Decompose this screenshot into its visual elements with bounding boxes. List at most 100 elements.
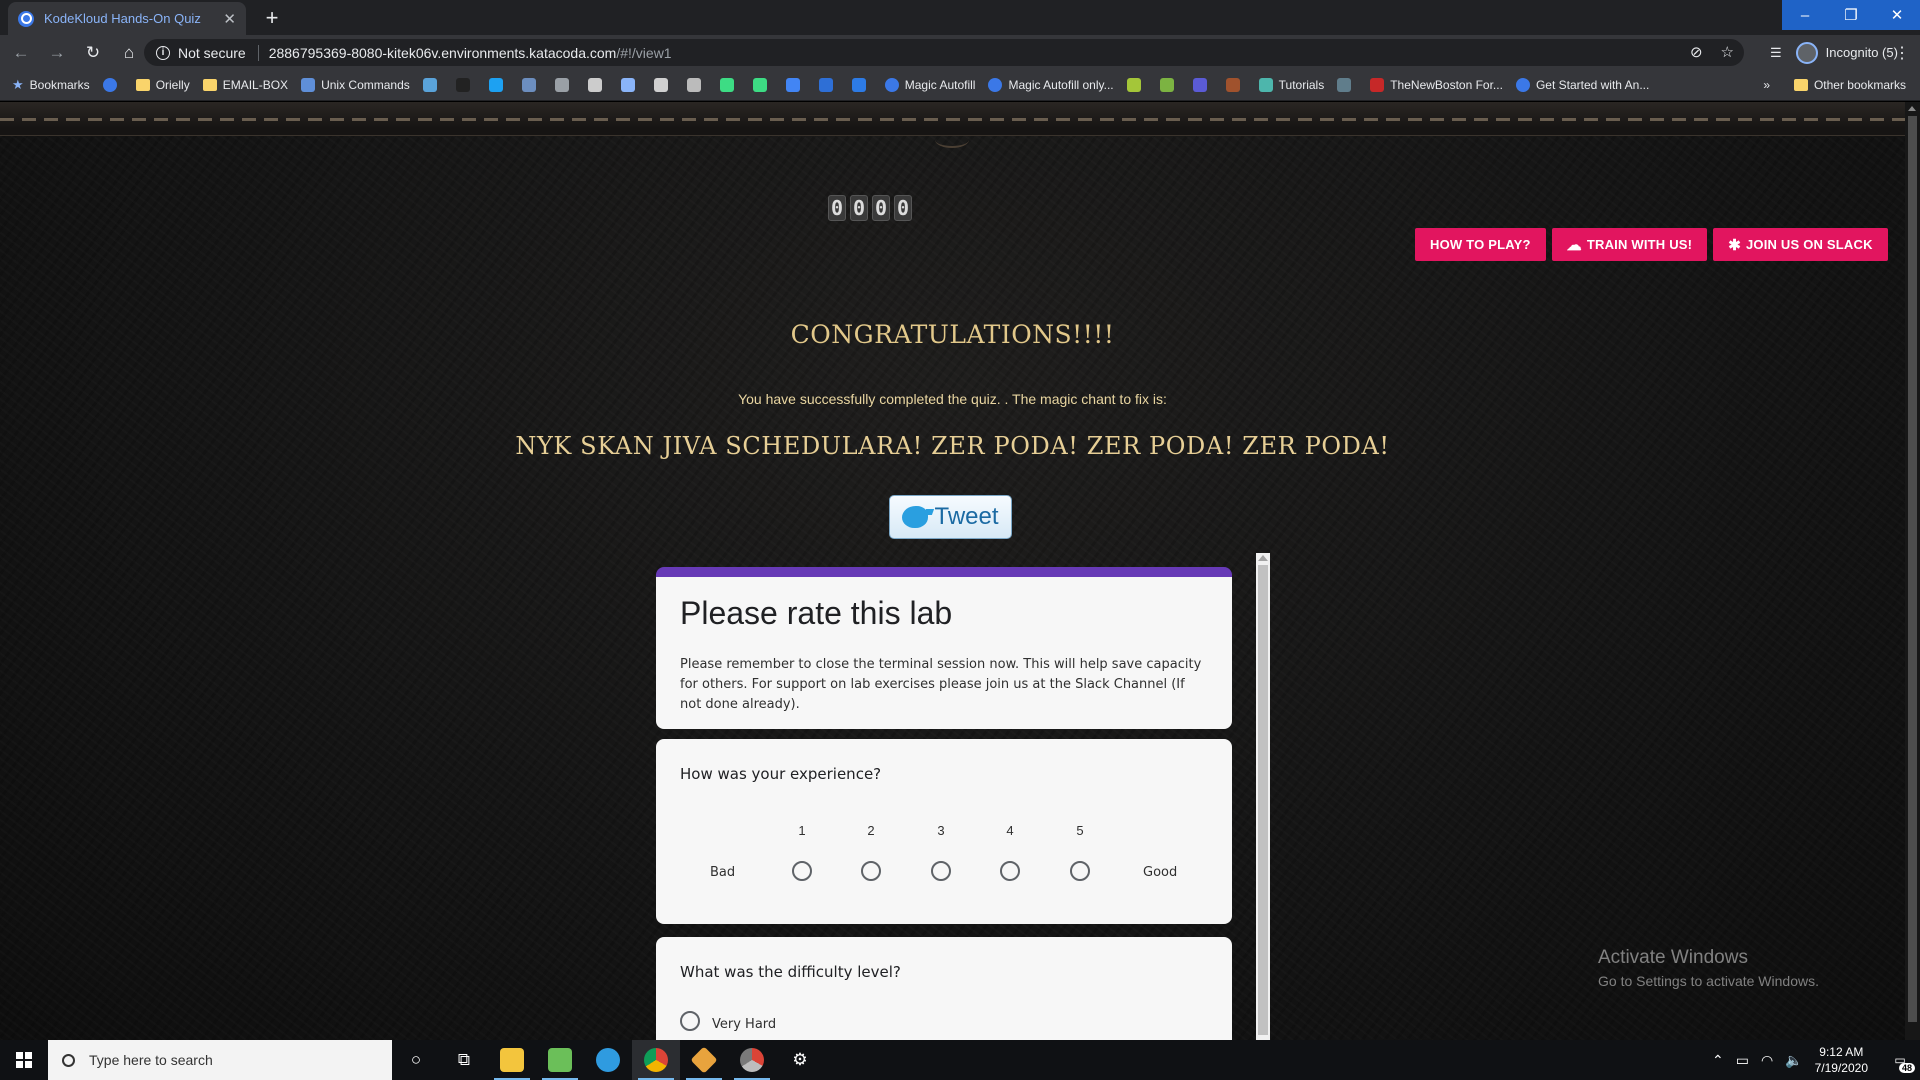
task-view-icon[interactable]: ⧉ bbox=[440, 1040, 488, 1080]
other-bookmarks-folder[interactable]: Other bookmarks bbox=[1793, 78, 1906, 92]
bookmark-item[interactable] bbox=[719, 78, 740, 92]
bookmark-item[interactable]: Magic Autofill only... bbox=[988, 78, 1114, 92]
battery-icon[interactable]: ▭ bbox=[1736, 1052, 1749, 1069]
cortana-icon[interactable]: ○ bbox=[392, 1040, 440, 1080]
new-tab-button[interactable]: + bbox=[258, 4, 286, 32]
start-button[interactable] bbox=[0, 1040, 48, 1080]
congratulations-heading: CONGRATULATIONS!!!! bbox=[790, 320, 1115, 349]
notepad-icon[interactable] bbox=[536, 1040, 584, 1080]
bookmark-item[interactable]: Orielly bbox=[135, 78, 190, 92]
bookmark-item[interactable] bbox=[1225, 78, 1246, 92]
rating-radio-3[interactable] bbox=[931, 861, 951, 881]
bookmark-item[interactable]: TheNewBoston For... bbox=[1370, 78, 1503, 92]
bookmark-item[interactable] bbox=[785, 78, 806, 92]
score-counter: 0 0 0 0 bbox=[828, 195, 912, 221]
train-label: TRAIN WITH US! bbox=[1586, 237, 1693, 252]
git-icon[interactable] bbox=[680, 1040, 728, 1080]
chrome-menu-icon[interactable]: ⋮ bbox=[1894, 43, 1910, 63]
scroll-up-arrow-icon[interactable] bbox=[1908, 106, 1916, 111]
bookmark-item[interactable] bbox=[1337, 78, 1357, 92]
edge-browser-icon[interactable] bbox=[584, 1040, 632, 1080]
scroll-up-arrow-icon[interactable] bbox=[1258, 555, 1268, 561]
bookmark-item[interactable] bbox=[851, 78, 872, 92]
scale-high-label: Good bbox=[1143, 865, 1178, 880]
bookmark-item[interactable]: Magic Autofill bbox=[884, 78, 976, 92]
taskbar-search-box[interactable]: Type here to search bbox=[48, 1040, 392, 1080]
globe-icon bbox=[884, 78, 899, 92]
bookmark-item[interactable] bbox=[554, 78, 575, 92]
bookmark-item[interactable] bbox=[455, 78, 476, 92]
app-icon bbox=[1370, 78, 1385, 92]
volume-icon[interactable]: 🔈 bbox=[1785, 1052, 1802, 1069]
back-button[interactable]: ← bbox=[6, 38, 36, 68]
app-icon bbox=[818, 78, 833, 92]
bookmark-item[interactable] bbox=[818, 78, 839, 92]
rating-radio-1[interactable] bbox=[792, 861, 812, 881]
app-icon bbox=[455, 78, 470, 92]
action-center-icon[interactable]: ▭ 48 bbox=[1880, 1040, 1920, 1080]
bookmark-item[interactable] bbox=[686, 78, 707, 92]
address-bar[interactable]: i Not secure 2886795369-8080-kitek06v.en… bbox=[144, 39, 1744, 66]
bookmark-star-icon[interactable]: ☆ bbox=[1721, 43, 1734, 61]
bookmark-item[interactable] bbox=[1126, 78, 1147, 92]
bookmarks-bar: ★ Bookmarks Orielly EMAIL-BOX Unix Commands M… bbox=[0, 70, 1920, 101]
info-icon[interactable]: i bbox=[156, 45, 170, 60]
more-bookmarks-chevron-icon[interactable]: » bbox=[1763, 78, 1770, 92]
file-explorer-icon[interactable] bbox=[488, 1040, 536, 1080]
chrome-icon[interactable] bbox=[632, 1040, 680, 1080]
scale-number: 1 bbox=[798, 823, 806, 838]
star-icon: ★ bbox=[12, 77, 24, 92]
minimize-button[interactable]: – bbox=[1782, 0, 1828, 30]
form-scrollbar[interactable] bbox=[1256, 553, 1270, 1040]
app-icon bbox=[1225, 78, 1240, 92]
chevron-up-icon[interactable]: ⌃ bbox=[1712, 1052, 1724, 1069]
twitter-icon bbox=[488, 78, 503, 92]
page-scrollbar-thumb[interactable] bbox=[1908, 116, 1917, 1022]
reload-button[interactable]: ↻ bbox=[78, 38, 108, 68]
reading-list-icon[interactable]: ☰ bbox=[1770, 45, 1782, 61]
bookmark-item[interactable] bbox=[422, 78, 443, 92]
tab-kodekloud-quiz[interactable]: KodeKloud Hands-On Quiz ✕ bbox=[8, 2, 246, 35]
tweet-button[interactable]: Tweet bbox=[889, 495, 1012, 539]
clock[interactable]: 9:12 AM 7/19/2020 bbox=[1815, 1044, 1868, 1076]
rating-radio-4[interactable] bbox=[1000, 861, 1020, 881]
bookmark-item[interactable] bbox=[1159, 78, 1180, 92]
bookmark-item[interactable] bbox=[653, 78, 674, 92]
rating-radio-2[interactable] bbox=[861, 861, 881, 881]
restore-button[interactable]: ❐ bbox=[1828, 0, 1874, 30]
bookmark-item[interactable] bbox=[1192, 78, 1213, 92]
how-to-play-button[interactable]: HOW TO PLAY? bbox=[1415, 228, 1546, 261]
chrome-incognito-icon[interactable] bbox=[728, 1040, 776, 1080]
train-with-us-button[interactable]: ☁ TRAIN WITH US! bbox=[1551, 228, 1708, 261]
bookmark-label: Unix Commands bbox=[321, 78, 410, 92]
incognito-profile-button[interactable]: ☰ Incognito (5) bbox=[1770, 40, 1898, 65]
join-slack-button[interactable]: ✱ JOIN US ON SLACK bbox=[1713, 228, 1888, 261]
page-scrollbar[interactable] bbox=[1905, 102, 1920, 1040]
bookmark-item[interactable]: Tutorials bbox=[1258, 78, 1324, 92]
bookmark-label: Magic Autofill bbox=[904, 78, 976, 92]
form-scrollbar-thumb[interactable] bbox=[1258, 565, 1268, 1035]
settings-gear-icon[interactable]: ⚙ bbox=[776, 1040, 824, 1080]
wifi-icon[interactable]: ◠ bbox=[1761, 1052, 1773, 1069]
bookmark-item[interactable]: ★ Bookmarks bbox=[12, 77, 90, 93]
bookmark-item[interactable] bbox=[620, 78, 641, 92]
bookmark-item[interactable]: EMAIL-BOX bbox=[202, 78, 288, 92]
eye-slash-icon[interactable]: ⊘ bbox=[1690, 43, 1703, 61]
bookmark-item[interactable]: Unix Commands bbox=[301, 78, 410, 92]
close-tab-icon[interactable]: ✕ bbox=[223, 10, 236, 28]
bookmark-item[interactable] bbox=[521, 78, 542, 92]
experience-question-card: How was your experience? 1 2 3 4 5 Bad G… bbox=[656, 739, 1232, 924]
rating-radio-5[interactable] bbox=[1070, 861, 1090, 881]
bookmark-item[interactable] bbox=[752, 78, 773, 92]
app-icon bbox=[422, 78, 437, 92]
home-button[interactable]: ⌂ bbox=[114, 38, 144, 68]
bookmark-label: Magic Autofill only... bbox=[1008, 78, 1114, 92]
globe-icon bbox=[18, 10, 34, 27]
bookmark-item[interactable]: Get Started with An... bbox=[1515, 78, 1649, 92]
close-window-button[interactable]: ✕ bbox=[1874, 0, 1920, 30]
difficulty-radio-very-hard[interactable] bbox=[680, 1011, 700, 1031]
forward-button[interactable]: → bbox=[42, 38, 72, 68]
bookmark-item[interactable] bbox=[102, 78, 123, 92]
bookmark-item[interactable] bbox=[587, 78, 608, 92]
bookmark-item[interactable] bbox=[488, 78, 509, 92]
